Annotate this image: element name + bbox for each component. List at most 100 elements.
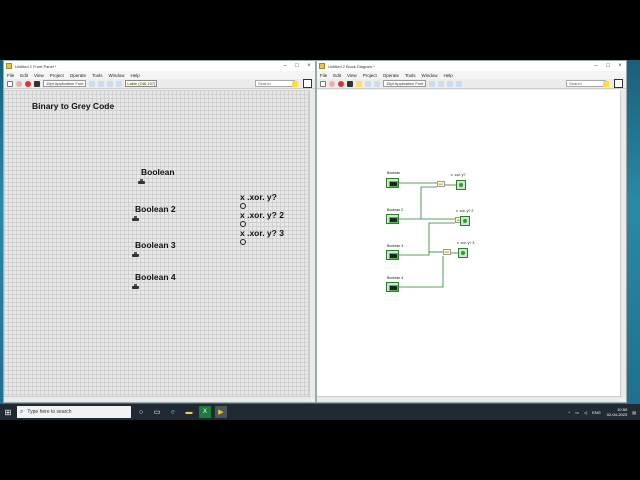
menu-edit[interactable]: Edit [20, 73, 28, 78]
clock[interactable]: 10:50 02-04-2023 [607, 407, 627, 417]
clock-date: 02-04-2023 [606, 412, 628, 417]
tray-chevron-up-icon[interactable]: ^ [568, 410, 570, 415]
taskbar-search[interactable]: ⌕ Type here to search [17, 406, 131, 418]
align-icon[interactable] [429, 80, 436, 87]
run-arrow-icon[interactable] [7, 80, 13, 87]
menu-view[interactable]: View [347, 73, 357, 78]
block-diagram-vertical-scrollbar[interactable] [620, 90, 626, 398]
network-icon[interactable]: ▭ [575, 410, 579, 415]
abort-icon[interactable] [25, 80, 31, 87]
menu-file[interactable]: File [7, 73, 14, 78]
xor-1-led [240, 203, 246, 209]
front-panel-title: Untitled 2 Front Panel * [15, 63, 57, 69]
vi-connector-icon[interactable] [614, 79, 623, 88]
block-diagram-window[interactable]: Untitled 2 Block Diagram * – □ × File Ed… [316, 60, 627, 403]
menu-window[interactable]: Window [109, 73, 125, 78]
xor-function-3[interactable]: xor [443, 249, 451, 255]
maximize-icon[interactable]: □ [291, 63, 303, 69]
cortana-icon[interactable]: ○ [135, 406, 147, 418]
reorder-icon[interactable] [447, 80, 454, 87]
resize-icon[interactable] [107, 80, 114, 87]
front-panel-search[interactable]: Search [255, 80, 295, 87]
menu-help[interactable]: Help [444, 73, 453, 78]
help-icon[interactable] [292, 81, 298, 87]
step-into-icon[interactable] [374, 80, 380, 87]
bd-boolean-2-terminal[interactable] [386, 214, 399, 224]
labview-taskbar-icon[interactable]: ▶ [215, 406, 227, 418]
minimize-icon[interactable]: – [279, 63, 291, 69]
bd-xor-2-indicator[interactable] [460, 216, 470, 226]
edge-icon[interactable]: e [167, 406, 179, 418]
close-icon[interactable]: × [614, 63, 626, 69]
distribute-icon[interactable] [438, 80, 445, 87]
bd-boolean-3-terminal[interactable] [386, 250, 399, 260]
block-diagram-canvas[interactable]: Boolean Boolean 2 Boolean 3 Boolean 4 xo… [317, 90, 622, 398]
menu-operate[interactable]: Operate [70, 73, 86, 78]
front-panel-titlebar[interactable]: Untitled 2 Front Panel * – □ × [4, 61, 315, 71]
maximize-icon[interactable]: □ [602, 63, 614, 69]
pause-icon[interactable] [34, 80, 40, 87]
task-view-icon[interactable]: ▭ [151, 406, 163, 418]
bd-xor-3-indicator[interactable] [458, 248, 468, 258]
front-panel-toolbar: 15pt Application Font Lable (246,107) Se… [4, 79, 315, 89]
font-selector[interactable]: 15pt Application Font [383, 80, 427, 87]
highlight-execution-icon[interactable] [356, 80, 362, 87]
xor-2-led [240, 221, 246, 227]
run-continuously-icon[interactable] [329, 80, 335, 87]
retain-wire-values-icon[interactable] [365, 80, 371, 87]
wire-boolean2-to-xor1 [399, 186, 437, 220]
windows-start-icon[interactable]: ⊞ [0, 404, 16, 420]
boolean-2-switch[interactable] [132, 216, 139, 221]
menu-operate[interactable]: Operate [383, 73, 399, 78]
block-diagram-titlebar[interactable]: Untitled 2 Block Diagram * – □ × [317, 61, 626, 71]
vi-connector-icon[interactable] [303, 79, 312, 88]
boolean-3-switch[interactable] [132, 252, 139, 257]
menu-file[interactable]: File [320, 73, 327, 78]
front-panel-window[interactable]: Untitled 2 Front Panel * – □ × File Edit… [3, 60, 316, 403]
help-icon[interactable] [603, 81, 609, 87]
front-panel-canvas[interactable]: Binary to Grey Code Boolean Boolean 2 Bo… [4, 90, 311, 398]
boolean-2-label: Boolean 2 [135, 204, 176, 214]
boolean-label: Boolean [141, 167, 175, 177]
menu-view[interactable]: View [34, 73, 44, 78]
boolean-switch[interactable] [138, 179, 145, 184]
bd-boolean-terminal[interactable] [386, 178, 399, 188]
bd-xor-1-indicator[interactable] [456, 180, 466, 190]
language-indicator[interactable]: ENG [592, 410, 601, 415]
bd-boolean-4-terminal[interactable] [386, 282, 399, 292]
menu-help[interactable]: Help [131, 73, 140, 78]
menu-project[interactable]: Project [363, 73, 377, 78]
notification-icon[interactable]: ▤ [632, 410, 636, 415]
close-icon[interactable]: × [303, 63, 315, 69]
boolean-3-label: Boolean 3 [135, 240, 176, 250]
bd-boolean-label: Boolean [387, 171, 401, 175]
cleanup-icon[interactable] [456, 80, 463, 87]
bd-xor-1-label: x .xor. y? [451, 173, 466, 177]
font-selector[interactable]: 15pt Application Font [43, 80, 87, 87]
boolean-4-switch[interactable] [132, 284, 139, 289]
front-panel-horizontal-scrollbar[interactable] [4, 396, 311, 402]
volume-icon[interactable]: ◁ [584, 410, 587, 415]
abort-icon[interactable] [338, 80, 344, 87]
file-explorer-icon[interactable]: ▬ [183, 406, 195, 418]
pause-icon[interactable] [347, 80, 353, 87]
boolean-4-label: Boolean 4 [135, 272, 176, 282]
block-diagram-horizontal-scrollbar[interactable] [317, 396, 622, 402]
reorder-icon[interactable] [116, 80, 123, 87]
excel-icon[interactable]: X [199, 406, 211, 418]
coordinates-readout: Lable (246,107) [125, 80, 158, 87]
menu-window[interactable]: Window [422, 73, 438, 78]
minimize-icon[interactable]: – [590, 63, 602, 69]
front-panel-vertical-scrollbar[interactable] [309, 90, 315, 398]
run-arrow-icon[interactable] [320, 80, 326, 87]
front-panel-menubar: File Edit View Project Operate Tools Win… [4, 71, 315, 79]
distribute-icon[interactable] [98, 80, 105, 87]
menu-edit[interactable]: Edit [333, 73, 341, 78]
run-continuously-icon[interactable] [16, 80, 22, 87]
xor-function-1[interactable]: xor [437, 181, 445, 187]
menu-tools[interactable]: Tools [405, 73, 416, 78]
menu-project[interactable]: Project [50, 73, 64, 78]
align-icon[interactable] [89, 80, 96, 87]
menu-tools[interactable]: Tools [92, 73, 103, 78]
block-diagram-search[interactable]: Search [566, 80, 606, 87]
